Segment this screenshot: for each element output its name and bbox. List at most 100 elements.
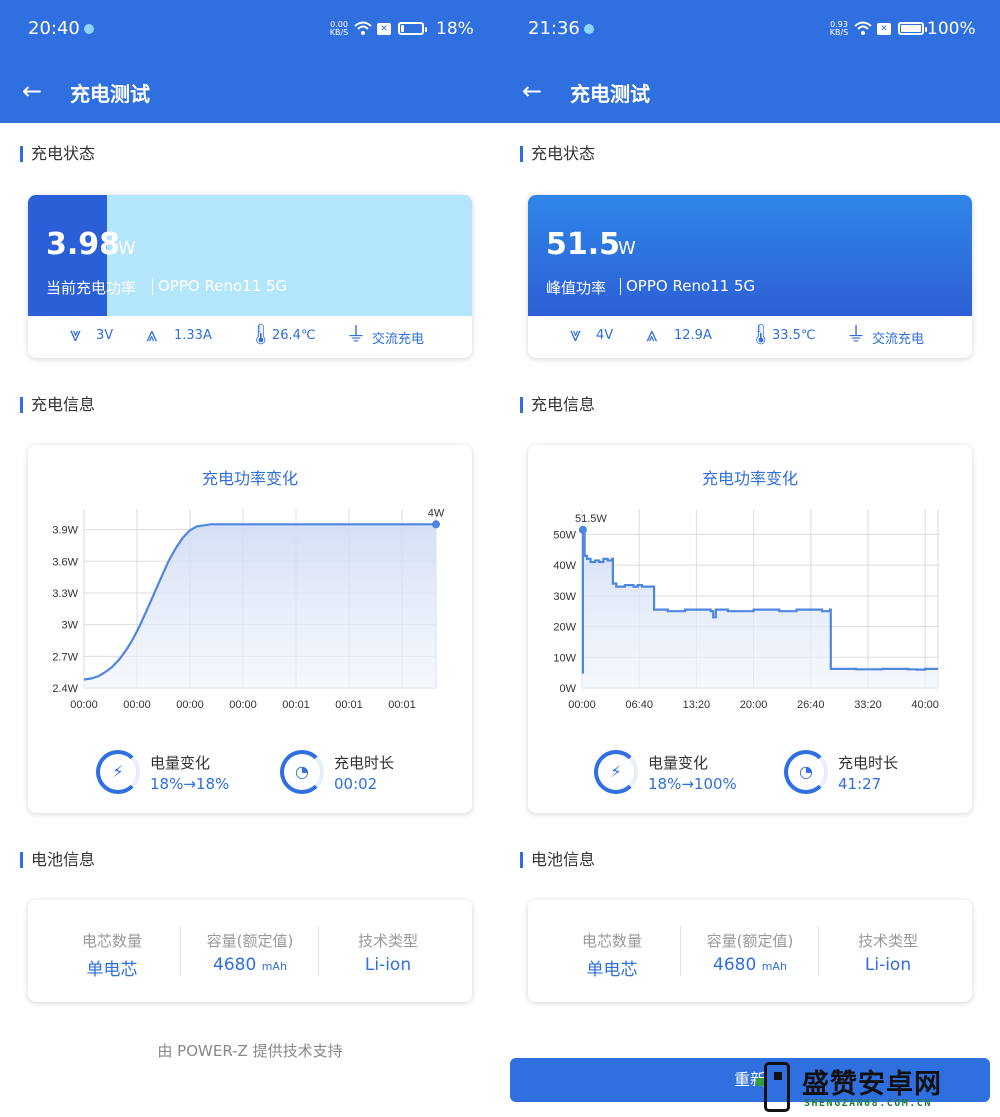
section-title-battery: 电池信息 — [520, 852, 595, 868]
x-tick-label: 00:00 — [176, 699, 204, 711]
y-tick-label: 0W — [560, 683, 577, 695]
peak-label: 51.5W — [575, 513, 607, 525]
y-tick-label: 10W — [553, 652, 576, 664]
clock-icon: ◔ — [295, 762, 309, 781]
net-speed-unit: KB/S — [829, 28, 849, 37]
voltage-value: 3V — [96, 328, 114, 343]
power-divider — [620, 278, 621, 295]
net-speed: 0.00 KB/S — [328, 21, 350, 37]
duration-label: 充电时长 — [838, 754, 899, 772]
watermark-brand: 盛赞安卓网 — [802, 1069, 942, 1100]
power-chart: 0W 10W 20W 30W 40W 50W 00:00 06:40 13:20 20:00 26:… — [553, 509, 939, 711]
cells-column: 电芯数量 单电芯 — [42, 930, 182, 980]
x-tick-label: 40:00 — [911, 699, 939, 711]
power-level-band: 3.98 W 当前充电功率 OPPO Reno11 5G — [28, 195, 472, 316]
energy-label: 电量变化 — [648, 754, 709, 772]
app-header: 21:36 0.93 KB/S ✕ 100% ← 充电测试 — [500, 0, 1000, 123]
charging-status-card: 51.5 W 峰值功率 OPPO Reno11 5G ⩔ 4V ⩓ 12.9A … — [528, 195, 972, 358]
x-tick-label: 06:40 — [625, 699, 653, 711]
charge-mode: 交流充电 — [872, 332, 925, 347]
battery-percent: 18% — [436, 19, 474, 39]
y-tick-label: 30W — [553, 591, 576, 603]
duration-ring: ◔ — [784, 750, 828, 794]
x-tick-label: 00:00 — [568, 699, 596, 711]
page-title: 充电测试 — [570, 82, 650, 106]
screen-left: 20:40 0.00 KB/S ✕ 18% ← 充电测试 充电状态 3.98 W … — [0, 0, 500, 1117]
y-tick-label: 3.9W — [52, 525, 78, 537]
logo-dot — [756, 1078, 764, 1086]
energy-ring: ⚡ — [594, 750, 638, 794]
cells-value: 单电芯 — [86, 960, 138, 980]
charging-chart-card: 充电功率变化 2.4W 2.7W 3W 3.3W 3.6W 3.9W 00:00 00:00 0… — [28, 445, 472, 813]
y-tick-label: 20W — [553, 622, 576, 634]
duration-ring: ◔ — [280, 750, 324, 794]
power-label: 峰值功率 — [546, 279, 607, 297]
status-time: 20:40 — [28, 18, 80, 39]
phone-logo-icon — [764, 1062, 790, 1112]
cells-column: 电芯数量 单电芯 — [542, 930, 682, 980]
current-icon: ⩓ — [646, 322, 658, 346]
y-tick-label: 3W — [62, 620, 79, 632]
energy-value: 18%→18% — [150, 775, 230, 793]
y-tick-label: 3.3W — [52, 588, 78, 600]
capacity-value: 4680 — [213, 955, 257, 975]
power-value: 51.5 — [546, 227, 621, 262]
energy-value: 18%→100% — [648, 775, 737, 793]
voltage-icon: ⩔ — [70, 322, 82, 346]
y-tick-label: 50W — [553, 529, 576, 541]
cells-label: 电芯数量 — [581, 932, 642, 950]
x-tick-label: 13:20 — [683, 699, 711, 711]
powered-by-footer: 由 POWER-Z 提供技术支持 — [157, 1042, 343, 1060]
x-tick-label: 20:00 — [740, 699, 768, 711]
section-title-status: 充电状态 — [20, 146, 95, 162]
status-time: 21:36 — [528, 18, 580, 39]
y-tick-label: 3.6W — [52, 556, 78, 568]
capacity-unit: mAh — [261, 960, 287, 973]
x-tick-label: 00:01 — [335, 699, 363, 711]
logo-dot — [774, 1072, 782, 1080]
power-unit: W — [618, 238, 636, 259]
thermometer-icon: 🌡︎ — [248, 322, 274, 346]
y-tick-label: 2.7W — [52, 651, 78, 663]
tech-value: Li-ion — [864, 955, 912, 975]
x-tick-label: 00:01 — [388, 699, 416, 711]
capacity-label: 容量(额定值) — [706, 932, 794, 950]
net-speed-unit: KB/S — [329, 28, 349, 37]
voltage-value: 4V — [596, 328, 614, 343]
net-speed: 0.93 KB/S — [828, 21, 850, 37]
tech-column: 技术类型 Li-ion — [318, 930, 458, 975]
cells-value: 单电芯 — [586, 960, 638, 980]
back-arrow-icon[interactable]: ← — [522, 77, 542, 105]
battery-percent: 100% — [927, 19, 976, 39]
duration-value: 00:02 — [334, 775, 378, 793]
energy-ring: ⚡ — [96, 750, 140, 794]
power-chart: 2.4W 2.7W 3W 3.3W 3.6W 3.9W 00:00 00:00 00:00 00:… — [52, 507, 445, 711]
sim-off-icon: ✕ — [377, 23, 391, 35]
power-unit: W — [118, 238, 136, 259]
page-title: 充电测试 — [70, 82, 150, 106]
capacity-unit: mAh — [761, 960, 787, 973]
x-tick-label: 26:40 — [797, 699, 825, 711]
bolt-icon: ⚡ — [112, 762, 124, 781]
charge-stats: ⚡ 电量变化 18%→100% ◔ 充电时长 41:27 — [528, 745, 972, 805]
status-bar: 20:40 0.00 KB/S ✕ 18% — [0, 0, 500, 60]
duration-label: 充电时长 — [334, 754, 395, 772]
capacity-value-wrap: 4680 mAh — [680, 955, 820, 975]
plug-icon: ⏚ — [846, 322, 866, 346]
temperature-value: 33.5℃ — [772, 328, 816, 343]
watermark-logo: 盛赞安卓网 SHENGZAN08.COM.CN — [750, 1058, 990, 1116]
energy-label: 电量变化 — [150, 754, 211, 772]
device-name: OPPO Reno11 5G — [158, 277, 288, 295]
x-tick-label: 33:20 — [854, 699, 882, 711]
plug-icon: ⏚ — [346, 322, 366, 346]
battery-info-card: 电芯数量 单电芯 容量(额定值) 4680 mAh 技术类型 Li-ion — [528, 900, 972, 1002]
back-arrow-icon[interactable]: ← — [22, 77, 42, 105]
peak-point — [432, 520, 440, 529]
voltage-icon: ⩔ — [570, 322, 582, 346]
duration-value: 41:27 — [838, 775, 882, 793]
temperature-value: 26.4℃ — [272, 328, 316, 343]
capacity-column: 容量(额定值) 4680 mAh — [180, 930, 320, 975]
section-title-info: 充电信息 — [20, 397, 95, 413]
wifi-icon — [354, 21, 372, 35]
battery-icon — [398, 22, 427, 35]
